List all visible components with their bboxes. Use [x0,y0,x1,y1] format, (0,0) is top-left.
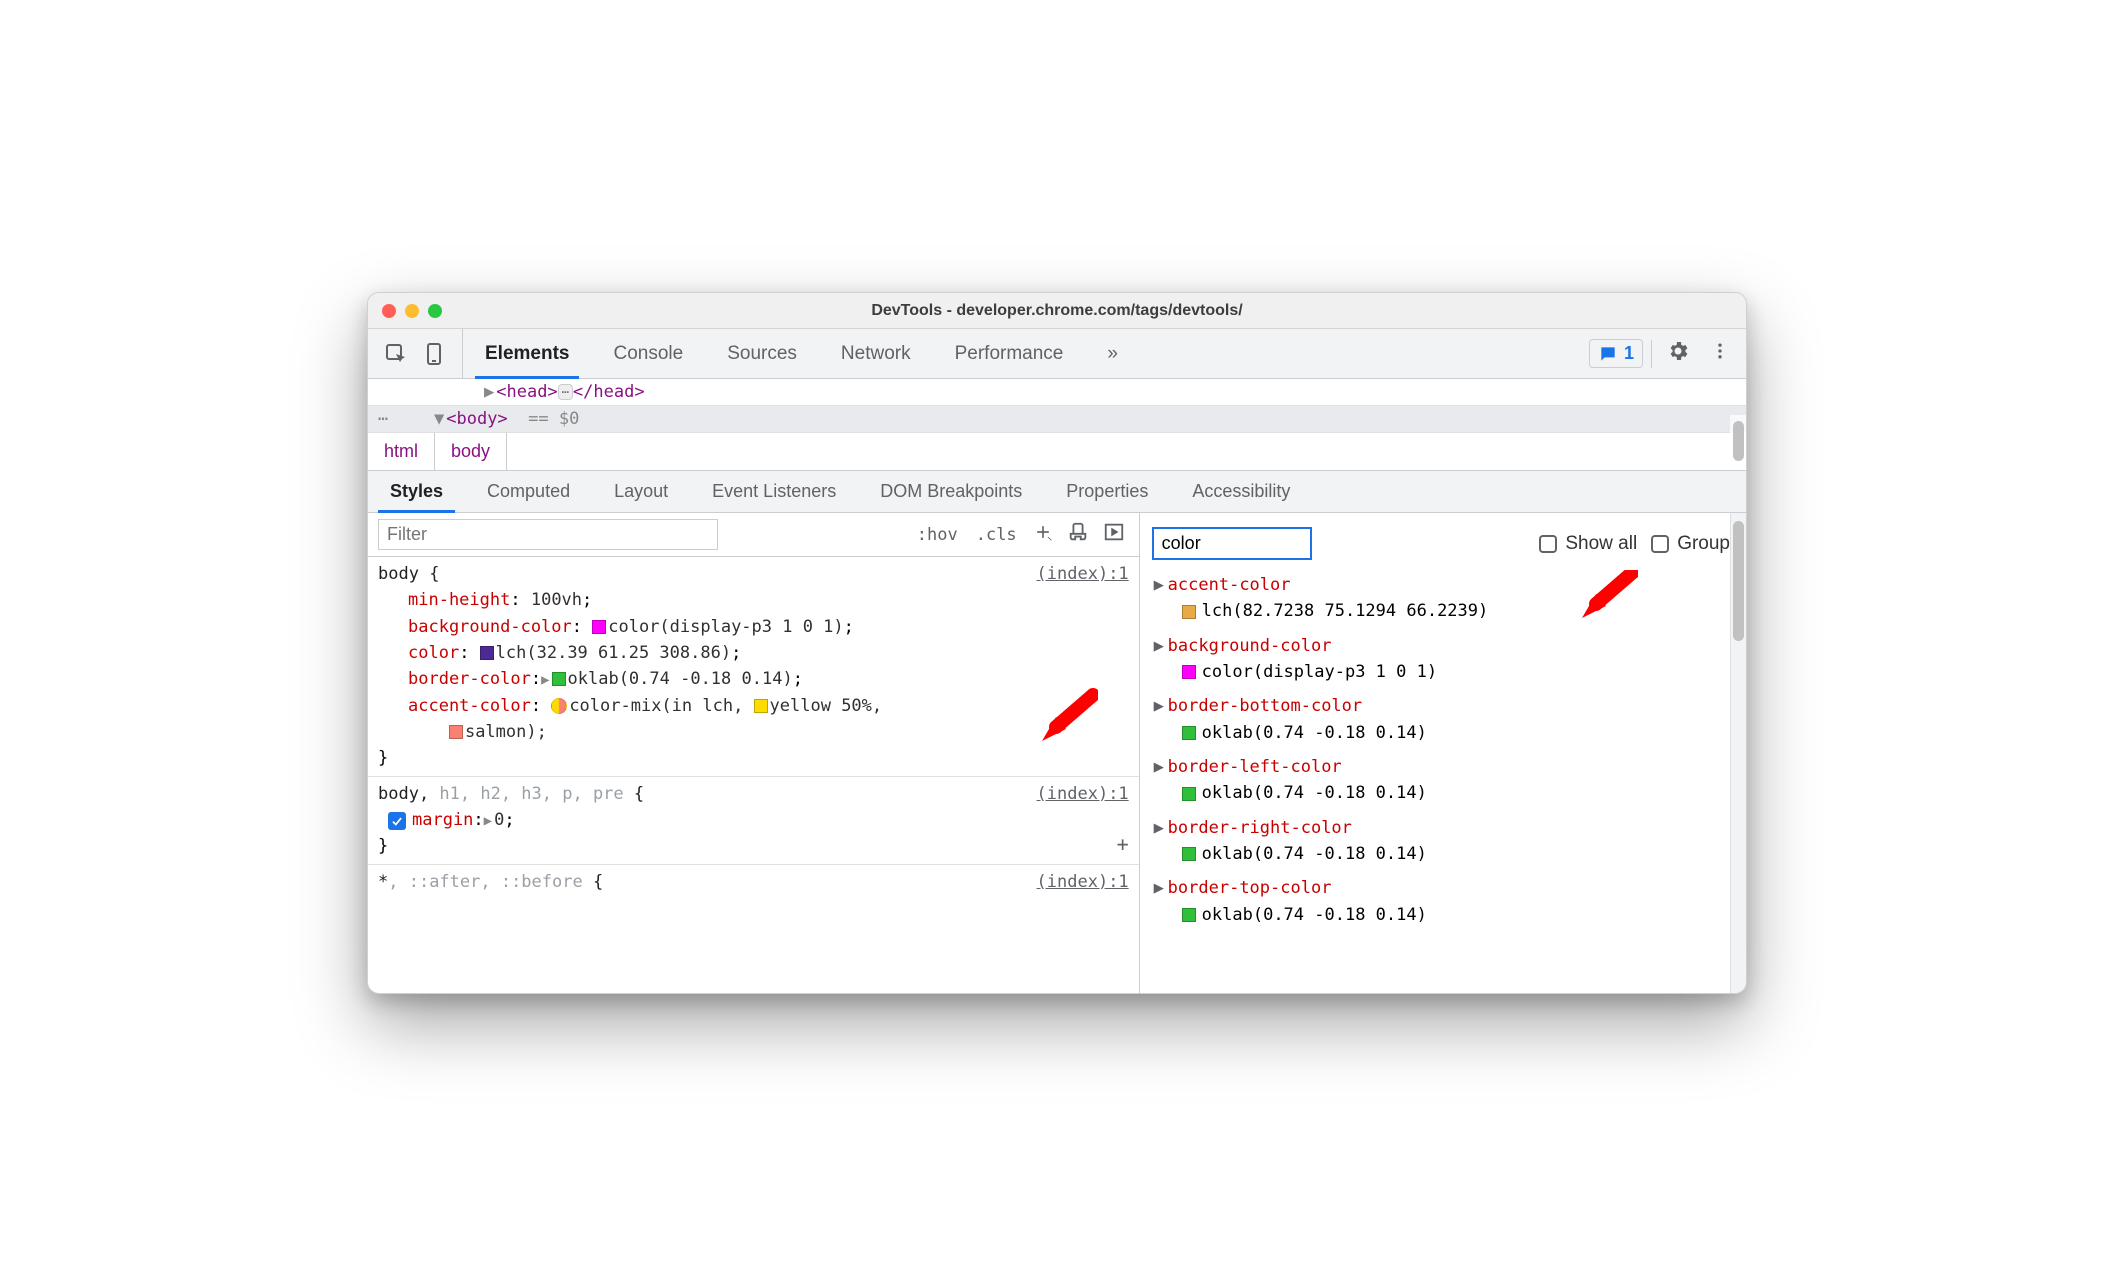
styles-filter-input[interactable] [378,519,718,550]
color-swatch-icon[interactable] [1182,605,1196,619]
paint-brush-icon[interactable] [1063,517,1093,552]
css-property[interactable]: background-color: color(display-p3 1 0 1… [378,614,1129,640]
color-swatch-icon[interactable] [449,725,463,739]
styles-pane: :hov .cls body { (index):1 [368,513,1140,993]
window-title: DevTools - developer.chrome.com/tags/dev… [368,302,1746,320]
computed-scrollbar[interactable] [1730,513,1746,993]
computed-properties: ▶accent-color lch(82.7238 75.1294 66.223… [1148,570,1738,993]
computed-pane: Show all Group ▶accent-color lch(82.7238… [1140,513,1746,993]
tab-elements[interactable]: Elements [463,329,591,378]
computed-property[interactable]: ▶border-left-color oklab(0.74 -0.18 0.14… [1154,752,1732,813]
inspect-element-icon[interactable] [384,342,408,366]
issues-badge[interactable]: 1 [1589,339,1643,368]
color-swatch-icon[interactable] [754,699,768,713]
main-tabs: Elements Console Sources Network Perform… [463,329,1140,378]
color-swatch-icon[interactable] [592,620,606,634]
show-all-checkbox[interactable]: Show all [1539,533,1637,555]
crumb-html[interactable]: html [368,433,435,470]
new-style-rule-icon[interactable] [1029,518,1057,551]
style-rule[interactable]: body { (index):1 min-height: 100vh; back… [368,557,1139,777]
css-property[interactable]: margin:▶0; [378,807,1129,833]
toolbar-right: 1 [1579,329,1746,378]
computed-property[interactable]: ▶border-bottom-color oklab(0.74 -0.18 0.… [1154,691,1732,752]
css-property[interactable]: min-height: 100vh; [378,587,1129,613]
main-scrollbar[interactable] [1730,415,1746,433]
add-property-icon[interactable]: + [1117,829,1129,860]
group-checkbox[interactable]: Group [1651,533,1730,555]
tab-sources[interactable]: Sources [705,329,819,378]
collapse-ellipsis-icon[interactable]: ⋯ [558,384,573,400]
expand-shorthand-icon[interactable]: ▶ [541,670,549,692]
devtools-window: DevTools - developer.chrome.com/tags/dev… [367,292,1747,994]
device-toggle-icon[interactable] [422,342,446,366]
subtab-dom-breakpoints[interactable]: DOM Breakpoints [858,471,1044,512]
subtab-properties[interactable]: Properties [1044,471,1170,512]
css-property[interactable]: color: lch(32.39 61.25 308.86); [378,640,1129,666]
dom-node-head[interactable]: ▶<head>⋯</head> [368,379,1746,405]
computed-filter-input[interactable] [1152,527,1312,560]
property-enable-checkbox[interactable] [388,812,406,830]
computed-property[interactable]: ▶border-top-color oklab(0.74 -0.18 0.14) [1154,873,1732,934]
subtab-event-listeners[interactable]: Event Listeners [690,471,858,512]
computed-property[interactable]: ▶border-right-color oklab(0.74 -0.18 0.1… [1154,813,1732,874]
color-swatch-icon[interactable] [1182,908,1196,922]
hov-toggle[interactable]: :hov [911,521,964,549]
subtab-layout[interactable]: Layout [592,471,690,512]
subtab-computed[interactable]: Computed [465,471,592,512]
styles-rules: body { (index):1 min-height: 100vh; back… [368,557,1139,993]
source-link[interactable]: (index):1 [1037,561,1129,587]
titlebar: DevTools - developer.chrome.com/tags/dev… [368,293,1746,329]
subtab-accessibility[interactable]: Accessibility [1170,471,1312,512]
color-swatch-icon[interactable] [1182,847,1196,861]
main-toolbar: Elements Console Sources Network Perform… [368,329,1746,379]
expand-shorthand-icon[interactable]: ▶ [484,811,492,833]
tab-console[interactable]: Console [591,329,705,378]
dom-node-body[interactable]: ⋯ ▼<body> == $0 [368,405,1746,433]
style-rule[interactable]: body, h1, h2, h3, p, pre { (index):1 mar… [368,777,1139,865]
css-property[interactable]: border-color:▶oklab(0.74 -0.18 0.14); [378,666,1129,692]
css-property[interactable]: accent-color: color-mix(in lch, yellow 5… [378,693,1129,746]
source-link[interactable]: (index):1 [1037,781,1129,807]
styles-toolbar: :hov .cls [368,513,1139,557]
more-menu-icon[interactable] [1704,335,1736,372]
sidebar-tabs: Styles Computed Layout Event Listeners D… [368,471,1746,513]
style-rule[interactable]: *, ::after, ::before { (index):1 [368,865,1139,899]
tab-performance[interactable]: Performance [933,329,1086,378]
color-swatch-icon[interactable] [1182,726,1196,740]
subtab-styles[interactable]: Styles [368,471,465,512]
color-swatch-icon[interactable] [552,672,566,686]
cls-toggle[interactable]: .cls [970,521,1023,549]
color-swatch-icon[interactable] [480,646,494,660]
computed-toolbar: Show all Group [1148,527,1738,570]
dom-tree[interactable]: ▶<head>⋯</head> ⋯ ▼<body> == $0 [368,379,1746,433]
issues-count: 1 [1624,343,1634,364]
breadcrumb: html body [368,433,1746,471]
panels: :hov .cls body { (index):1 [368,513,1746,993]
color-swatch-icon[interactable] [1182,787,1196,801]
tab-network[interactable]: Network [819,329,933,378]
tabs-overflow-icon[interactable]: » [1085,329,1140,378]
color-mix-swatch-icon[interactable] [551,698,567,714]
computed-property[interactable]: ▶background-color color(display-p3 1 0 1… [1154,631,1732,692]
crumb-body[interactable]: body [435,433,507,470]
computed-property[interactable]: ▶accent-color lch(82.7238 75.1294 66.223… [1154,570,1732,631]
settings-gear-icon[interactable] [1660,333,1696,374]
source-link[interactable]: (index):1 [1037,869,1129,895]
computed-panel-icon[interactable] [1099,517,1129,552]
color-swatch-icon[interactable] [1182,665,1196,679]
toolbar-left-icons [368,329,463,378]
